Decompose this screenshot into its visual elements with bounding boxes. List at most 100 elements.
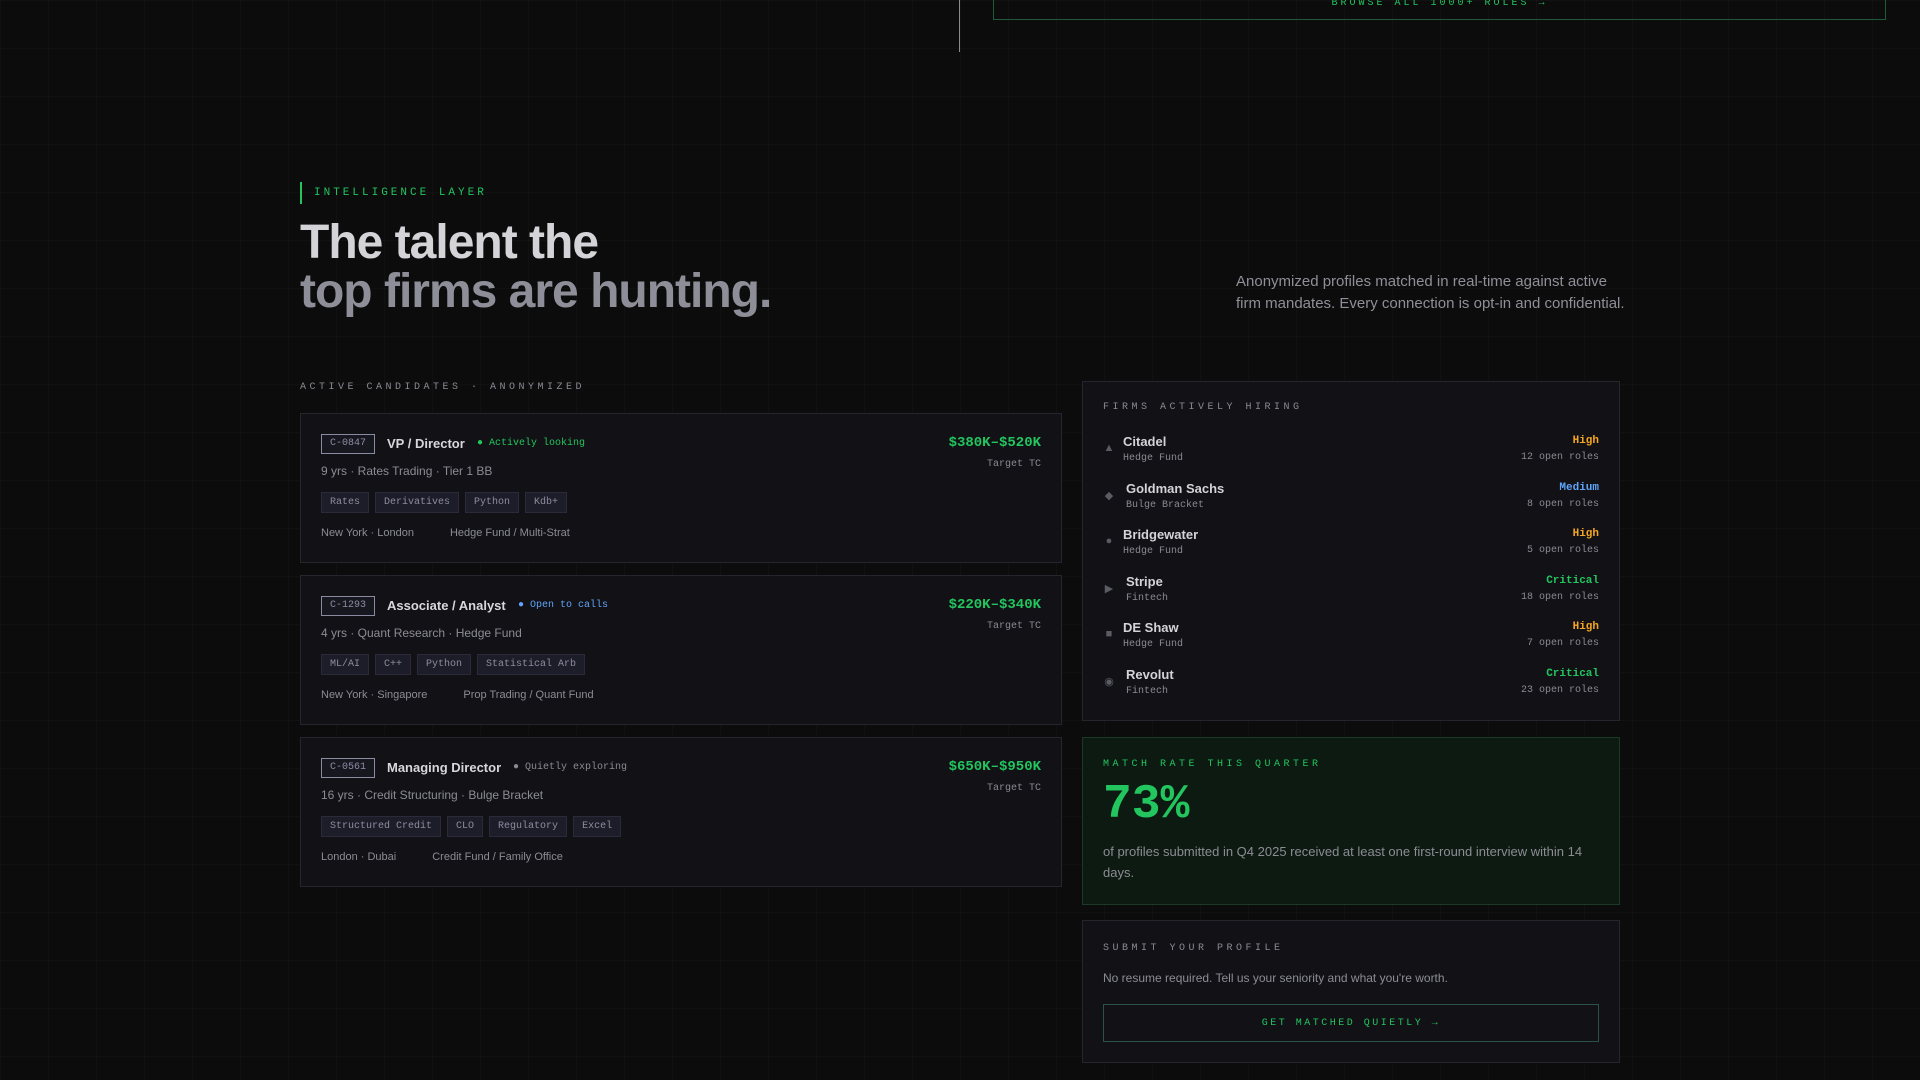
- firm-type: Fintech: [1126, 592, 1169, 604]
- candidate-status: ● Actively looking: [477, 438, 586, 449]
- skill-tag: Rates: [321, 492, 370, 513]
- candidate-status: ● Open to calls: [518, 600, 609, 611]
- target-icon: ◉: [1104, 675, 1114, 688]
- section-eyebrow: INTELLIGENCE LAYER: [300, 182, 487, 204]
- candidate-id-badge: C-0847: [321, 434, 376, 454]
- get-matched-button[interactable]: GET MATCHED QUIETLY →: [1103, 1004, 1599, 1042]
- candidate-location-row: London · Dubai Credit Fund / Family Offic…: [321, 851, 563, 863]
- candidate-location-row: New York · London Hedge Fund / Multi-Stra…: [321, 527, 570, 539]
- open-roles-count: 23 open roles: [1520, 684, 1599, 696]
- skill-tag: Excel: [573, 816, 622, 837]
- firm-type: Hedge Fund: [1123, 546, 1184, 557]
- candidate-title: Associate / Analyst: [387, 598, 506, 613]
- candidate-card[interactable]: C-0561 Managing Director ● Quietly explori…: [300, 737, 1062, 887]
- hiring-priority: High: [1572, 621, 1599, 633]
- candidate-salary: $220K–$340K: [948, 597, 1041, 613]
- skill-tags: Rates Derivatives Python Kdb+: [321, 492, 568, 513]
- candidate-target-firm-type: Hedge Fund / Multi-Strat: [449, 527, 570, 539]
- firm-type: Fintech: [1126, 685, 1169, 697]
- hiring-priority: Critical: [1546, 574, 1599, 587]
- skill-tags: Structured Credit CLO Regulatory Excel: [321, 816, 622, 837]
- match-rate-value: 73%: [1103, 778, 1190, 832]
- candidate-meta: 16 yrs · Credit Structuring · Bulge Brac…: [321, 788, 544, 802]
- firms-panel: FIRMS ACTIVELY HIRING ▲ Citadel Hedge Fund…: [1082, 381, 1620, 721]
- page-title: The talent the top firms are hunting.: [300, 216, 772, 318]
- skill-tag: Regulatory: [489, 816, 568, 837]
- skill-tag: C++: [375, 654, 412, 675]
- skill-tag: ML/AI: [321, 654, 370, 675]
- candidate-target-firm-type: Credit Fund / Family Office: [432, 851, 563, 863]
- skill-tag: CLO: [447, 816, 484, 837]
- candidate-location-row: New York · Singapore Prop Trading / Quant…: [321, 689, 594, 701]
- firm-name: DE Shaw: [1123, 620, 1179, 635]
- match-rate-label: MATCH RATE THIS QUARTER: [1103, 759, 1322, 770]
- triangle-icon: ▲: [1103, 442, 1115, 454]
- divider-line: [959, 0, 960, 52]
- firm-name: Revolut: [1126, 666, 1174, 682]
- candidate-location: New York · London: [321, 527, 414, 539]
- firm-row[interactable]: ■ DE Shaw Hedge Fund High 7 open roles: [1103, 619, 1599, 659]
- skill-tag: Derivatives: [375, 492, 460, 513]
- firm-row[interactable]: ▶ Stripe Fintech Critical 18 open roles: [1103, 573, 1599, 613]
- candidate-card[interactable]: C-1293 Associate / Analyst ● Open to calls…: [300, 575, 1062, 725]
- candidates-section-label: ACTIVE CANDIDATES · ANONYMIZED: [300, 382, 586, 393]
- target-tc-label: Target TC: [986, 459, 1041, 470]
- candidate-card[interactable]: C-0847 VP / Director ● Actively looking $38…: [300, 413, 1062, 563]
- candidate-meta: 4 yrs · Quant Research · Hedge Fund: [321, 626, 522, 640]
- hiring-priority: High: [1572, 435, 1599, 447]
- candidate-salary: $650K–$950K: [948, 759, 1041, 775]
- match-rate-panel: MATCH RATE THIS QUARTER 73% of profiles …: [1082, 737, 1620, 905]
- firm-name: Goldman Sachs: [1126, 480, 1225, 496]
- open-roles-count: 18 open roles: [1520, 591, 1599, 603]
- browse-roles-button[interactable]: BROWSE ALL 1000+ ROLES →: [993, 0, 1886, 20]
- candidate-meta: 9 yrs · Rates Trading · Tier 1 BB: [321, 464, 493, 478]
- candidate-location: New York · Singapore: [321, 689, 428, 701]
- skill-tags: ML/AI C++ Python Statistical Arb: [321, 654, 586, 675]
- skill-tag: Structured Credit: [321, 816, 442, 837]
- match-rate-description: of profiles submitted in Q4 2025 receive…: [1103, 844, 1583, 880]
- candidate-id-badge: C-0561: [321, 758, 376, 778]
- firms-section-label: FIRMS ACTIVELY HIRING: [1103, 402, 1303, 413]
- diamond-icon: ◆: [1104, 489, 1114, 502]
- firm-row[interactable]: ◉ Revolut Fintech Critical 23 open roles: [1103, 666, 1599, 706]
- firm-row[interactable]: ▲ Citadel Hedge Fund High 12 open roles: [1103, 433, 1599, 473]
- submit-section-label: SUBMIT YOUR PROFILE: [1103, 943, 1284, 954]
- candidate-title: VP / Director: [387, 436, 465, 451]
- open-roles-count: 8 open roles: [1526, 498, 1599, 510]
- square-icon: ■: [1105, 628, 1113, 640]
- browse-roles-label: BROWSE ALL 1000+ ROLES →: [1331, 0, 1548, 9]
- firm-name: Bridgewater: [1123, 527, 1199, 542]
- page-title-line-2: top firms are hunting.: [300, 265, 772, 318]
- firm-name: Stripe: [1126, 573, 1163, 589]
- firm-name: Citadel: [1123, 434, 1167, 449]
- target-tc-label: Target TC: [986, 783, 1041, 794]
- hiring-priority: High: [1572, 528, 1599, 540]
- candidate-salary: $380K–$520K: [948, 435, 1041, 451]
- circle-icon: ●: [1105, 535, 1113, 547]
- submit-profile-panel: SUBMIT YOUR PROFILE No resume required. …: [1082, 920, 1620, 1063]
- page-title-line-1: The talent the: [300, 216, 599, 269]
- firm-type: Hedge Fund: [1123, 453, 1184, 464]
- skill-tag: Kdb+: [525, 492, 568, 513]
- candidate-target-firm-type: Prop Trading / Quant Fund: [463, 689, 594, 701]
- firm-type: Hedge Fund: [1123, 639, 1184, 650]
- candidate-id-badge: C-1293: [321, 596, 376, 616]
- play-icon: ▶: [1104, 582, 1114, 595]
- firm-type: Bulge Bracket: [1126, 499, 1205, 511]
- candidate-location: London · Dubai: [321, 851, 397, 863]
- open-roles-count: 12 open roles: [1520, 452, 1599, 463]
- skill-tag: Statistical Arb: [477, 654, 586, 675]
- open-roles-count: 7 open roles: [1526, 638, 1599, 649]
- submit-description: No resume required. Tell us your seniori…: [1103, 971, 1448, 985]
- hiring-priority: Medium: [1559, 481, 1599, 494]
- candidate-status: ● Quietly exploring: [513, 762, 628, 773]
- candidate-title: Managing Director: [387, 760, 502, 775]
- target-tc-label: Target TC: [986, 621, 1041, 632]
- skill-tag: Python: [417, 654, 472, 675]
- open-roles-count: 5 open roles: [1526, 545, 1599, 556]
- firm-row[interactable]: ● Bridgewater Hedge Fund High 5 open roles: [1103, 526, 1599, 566]
- firm-row[interactable]: ◆ Goldman Sachs Bulge Bracket Medium 8 open …: [1103, 480, 1599, 520]
- skill-tag: Python: [465, 492, 520, 513]
- page-subtext: Anonymized profiles matched in real-time…: [1236, 273, 1625, 312]
- hiring-priority: Critical: [1546, 667, 1599, 680]
